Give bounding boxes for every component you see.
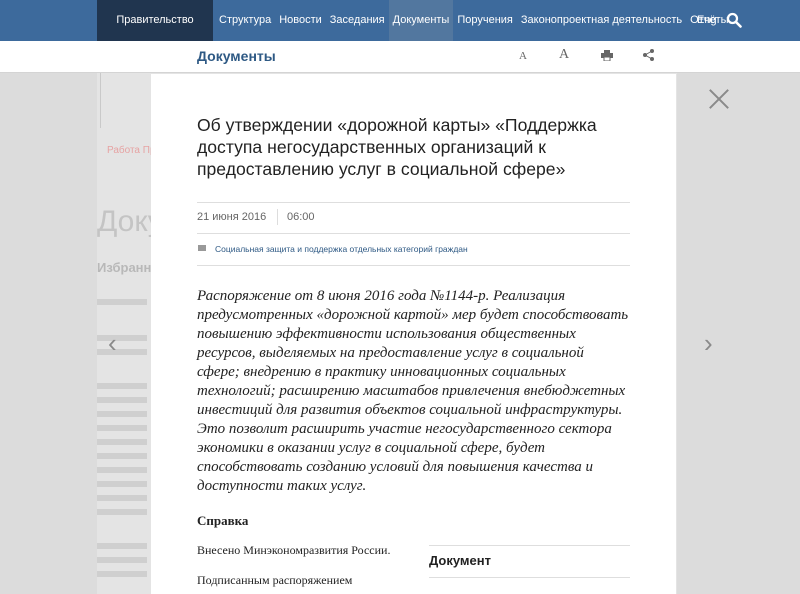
background-line	[97, 349, 147, 355]
document-time: 06:00	[287, 211, 315, 223]
nav-home-link[interactable]: Правительство России	[97, 0, 213, 67]
date-time-separator	[277, 209, 278, 225]
document-attachment-heading: Документ	[429, 553, 491, 568]
divider	[197, 202, 630, 203]
background-line	[97, 335, 147, 341]
background-line	[97, 439, 147, 445]
background-tab: Работа Пр	[107, 145, 156, 156]
background-line	[97, 509, 147, 515]
next-arrow-icon[interactable]: ›	[704, 330, 713, 356]
nav-item-structure[interactable]: Структура	[215, 0, 275, 41]
divider	[429, 577, 630, 578]
nav-item-documents[interactable]: Документы	[388, 0, 454, 41]
background-subheading: Избранн	[97, 260, 152, 275]
font-decrease-icon[interactable]: A	[519, 50, 527, 62]
reference-heading: Справка	[197, 513, 249, 528]
nav-menu: Структура Новости Заседания Документы По…	[215, 0, 733, 41]
background-line	[97, 383, 147, 389]
reference-submitted: Внесено Минэкономразвития России.	[197, 543, 391, 557]
divider	[197, 233, 630, 234]
background-line	[97, 453, 147, 459]
divider	[429, 545, 630, 546]
document-date: 21 июня 2016	[197, 211, 267, 223]
nav-item-meetings[interactable]: Заседания	[326, 0, 389, 41]
divider	[197, 265, 630, 266]
language-switch[interactable]: Eng	[697, 0, 717, 41]
document-category-link[interactable]: Социальная защита и поддержка отдельных …	[215, 244, 468, 254]
folder-icon	[198, 245, 206, 251]
previous-arrow-icon[interactable]: ‹	[108, 330, 117, 356]
nav-item-news[interactable]: Новости	[275, 0, 326, 41]
background-line	[97, 495, 147, 501]
background-line	[97, 397, 147, 403]
background-line	[97, 411, 147, 417]
nav-item-instructions[interactable]: Поручения	[453, 0, 517, 41]
print-icon[interactable]	[601, 50, 613, 61]
section-bar: Документы A A	[0, 41, 800, 73]
background-line	[97, 481, 147, 487]
share-icon[interactable]	[643, 49, 654, 61]
background-line	[97, 299, 147, 305]
document-title: Об утверждении «дорожной карты» «Поддерж…	[197, 115, 597, 179]
background-line	[97, 571, 147, 577]
background-line	[97, 557, 147, 563]
background-line	[97, 543, 147, 549]
nav-item-legislation[interactable]: Законопроектная деятельность	[517, 0, 686, 41]
top-navigation: Правительство России Структура Новости З…	[0, 0, 800, 67]
font-increase-icon[interactable]: A	[559, 47, 569, 63]
background-line	[97, 467, 147, 473]
close-icon[interactable]	[708, 88, 730, 110]
search-icon[interactable]	[726, 12, 742, 28]
coat-of-arms-icon	[100, 73, 151, 128]
section-title[interactable]: Документы	[197, 48, 276, 64]
background-line	[97, 425, 147, 431]
reference-signed: Подписанным распоряжением	[197, 573, 353, 587]
document-lead-text: Распоряжение от 8 июня 2016 года №1144-р…	[197, 288, 629, 494]
